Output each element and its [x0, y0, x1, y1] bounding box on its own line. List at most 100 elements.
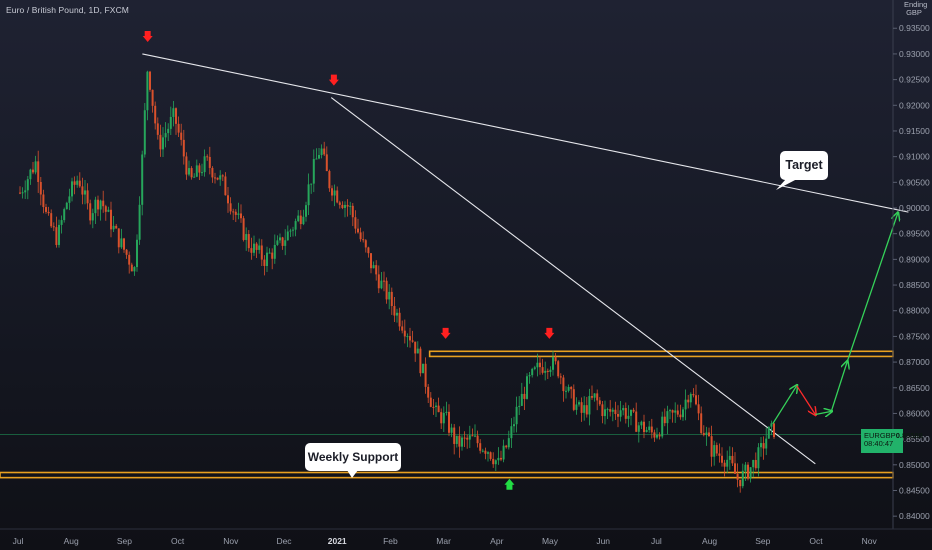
candle-body: [713, 445, 716, 457]
candle-body: [734, 463, 736, 474]
badge-countdown: 08:40:47: [864, 439, 894, 448]
candle-body: [728, 455, 731, 460]
y-tick-label: 0.86500: [899, 383, 930, 393]
x-tick-label: Jul: [13, 536, 24, 546]
x-tick-label: Apr: [490, 536, 503, 546]
chart-title: Euro / British Pound, 1D, FXCM: [6, 5, 129, 15]
candle-body: [533, 367, 536, 369]
candle-body: [721, 455, 723, 463]
candle-body: [520, 393, 523, 406]
candle-body: [583, 405, 586, 413]
candle-body: [169, 116, 172, 129]
x-tick-label: Sep: [755, 536, 770, 546]
candle-body: [50, 213, 53, 227]
candle-body: [591, 396, 593, 398]
candle-body: [359, 232, 362, 240]
candle-body: [411, 340, 414, 342]
candle-body: [305, 205, 307, 217]
candle-body: [440, 412, 443, 424]
candle-body: [767, 426, 770, 439]
candle-body: [286, 231, 289, 241]
x-tick-label: Oct: [809, 536, 823, 546]
candle-body: [692, 394, 695, 396]
candle-body: [710, 436, 713, 457]
candle-body: [414, 341, 417, 354]
candle-body: [128, 254, 131, 265]
currency-bottom: GBP: [906, 8, 922, 17]
candle-body: [323, 148, 326, 155]
candle-body: [461, 437, 463, 447]
candle-body: [177, 123, 180, 133]
candle-body: [557, 361, 560, 377]
chart-window[interactable]: 0.84000 0.84500 0.85000 0.85500 0.86000 0.865…: [0, 0, 932, 550]
y-tick-label: 0.92000: [899, 100, 930, 110]
candle-body: [39, 181, 42, 195]
y-tick-label: 0.92500: [899, 75, 930, 85]
candle-body: [227, 195, 229, 204]
target-callout[interactable]: Target: [780, 151, 828, 180]
candle-body: [747, 464, 749, 479]
candle-body: [656, 434, 658, 438]
weekly-support-callout[interactable]: Weekly Support: [305, 443, 401, 471]
candle-body: [666, 411, 669, 424]
candle-body: [302, 216, 305, 225]
candle-body: [682, 409, 684, 418]
candle-body: [73, 181, 76, 185]
candle-body: [598, 400, 601, 405]
candle-body: [393, 306, 396, 316]
candle-body: [26, 179, 29, 191]
candle-body: [643, 421, 645, 433]
candle-body: [81, 186, 84, 195]
candle-body: [481, 450, 484, 452]
candle-body: [401, 326, 404, 331]
candle-body: [518, 405, 521, 407]
candle-body: [718, 453, 721, 456]
candle-body: [328, 171, 331, 189]
currency-label: Ending GBP: [904, 1, 927, 17]
candle-body: [344, 204, 346, 208]
candle-body: [185, 156, 188, 175]
candle-body: [578, 402, 580, 405]
candle-body: [468, 435, 471, 440]
candle-body: [536, 362, 539, 368]
candle-body: [156, 123, 159, 135]
candle-body: [679, 414, 682, 418]
x-tick-label: Aug: [702, 536, 717, 546]
candle-body: [383, 280, 385, 282]
candle-body: [76, 180, 79, 185]
candle-body: [240, 213, 242, 219]
candle-body: [619, 410, 622, 417]
candle-body: [765, 438, 768, 449]
candle-body: [585, 405, 588, 415]
candle-body: [500, 457, 502, 460]
candle-body: [237, 213, 240, 215]
candle-body: [432, 406, 435, 408]
candle-body: [684, 399, 687, 410]
candle-body: [63, 209, 66, 221]
candle-body: [588, 396, 591, 415]
candle-body: [695, 395, 697, 405]
candle-body: [466, 437, 469, 440]
candle-body: [437, 405, 440, 413]
down-arrow-icon: [440, 327, 451, 339]
candle-body: [180, 132, 183, 140]
candle-body: [123, 238, 125, 250]
candle-body: [130, 264, 133, 272]
candle-body: [195, 165, 198, 177]
candle-body: [234, 211, 237, 215]
candle-body: [201, 172, 203, 174]
candle-body: [604, 409, 606, 417]
candle-body: [336, 190, 339, 203]
candle-body: [372, 265, 375, 269]
candle-body: [99, 200, 102, 210]
candle-body: [388, 291, 391, 300]
x-tick-label: Nov: [223, 536, 239, 546]
price-chart[interactable]: 0.840000.845000.850000.855000.860000.865…: [0, 0, 932, 550]
candle-body: [86, 190, 89, 204]
candle-body: [687, 399, 690, 403]
candle-body: [318, 154, 320, 159]
candle-body: [133, 267, 136, 272]
candle-body: [149, 71, 151, 90]
candle-body: [367, 247, 370, 254]
candle-body: [143, 110, 146, 155]
